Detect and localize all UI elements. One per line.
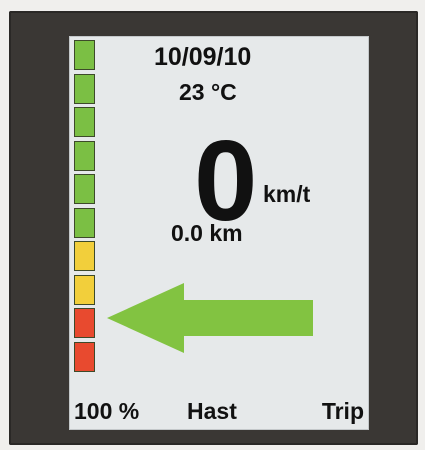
battery-percent-label: 100 % [74,398,140,424]
date-display: 10/09/10 [154,43,252,71]
battery-segment [74,275,95,305]
arrow-left-icon [107,283,313,353]
battery-segment [74,141,95,171]
battery-level-bar [74,40,98,374]
speed-unit: km/t [263,181,311,207]
mode-label[interactable]: Hast [187,398,237,425]
temperature-display: 23 °C [179,79,237,105]
battery-segment [74,40,95,70]
trip-page-label[interactable]: Trip [322,398,364,425]
battery-segment [74,174,95,204]
battery-segment [74,241,95,271]
battery-segment [74,308,95,338]
battery-segment [74,107,95,137]
battery-segment [74,342,95,372]
display-screen: 10/09/10 23 °C 0 km/t 0.0 km 100 % Hast … [69,36,369,430]
trip-distance: 0.0 km [171,220,243,246]
battery-segment [74,74,95,104]
battery-segment [74,208,95,238]
